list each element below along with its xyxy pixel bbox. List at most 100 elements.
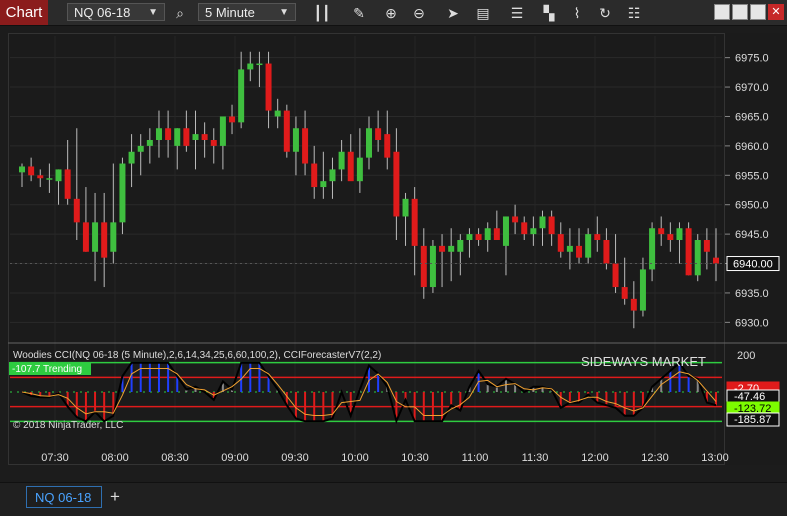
price-tick-label: 6930.0 [735,317,769,329]
candle-up [448,245,455,252]
candle-up [502,216,509,246]
price-tick-label: 6935.0 [735,288,769,300]
chart-scrollbar[interactable] [8,467,780,481]
candle-up [274,110,281,117]
trend-label: -107.7 Trending [12,364,82,375]
candle-up [247,63,254,70]
candle-down [521,222,528,235]
candle-down [265,63,272,111]
price-tick-label: 6955.0 [735,170,769,182]
candle-up [530,228,537,235]
candle-up [19,166,25,173]
candle-down [201,134,208,140]
candle-down [229,116,236,123]
candle-down [576,245,583,258]
candle-down [311,163,318,188]
candle-up [356,157,363,182]
candle-up [484,228,491,240]
candle-up [320,181,327,188]
candle-down [283,110,290,152]
candle-down [420,245,427,288]
candle-up [238,69,245,123]
bottom-bar: NQ 06-18 + [0,482,787,516]
candle-down [612,263,619,288]
candle-down [347,151,354,182]
candle-up [46,178,53,180]
candle-up [119,163,126,223]
candle-down [411,198,418,246]
candle-down [73,198,80,223]
candle-down [375,128,382,140]
candle-down [101,222,108,258]
candle-up [219,116,226,146]
candle-up [146,140,153,146]
candle-up [694,240,701,276]
candle-down [630,298,637,311]
candle-up [110,222,117,252]
candle-down [28,166,35,176]
candle-down [384,134,391,158]
candle-down [603,240,610,264]
candle-down [493,228,500,240]
candle-down [302,128,309,164]
candle-up [137,145,144,152]
candle-down [667,234,674,240]
candle-up [676,228,683,240]
time-tick-label: 09:00 [221,452,249,464]
instrument-tab[interactable]: NQ 06-18 [26,486,102,508]
time-tick-label: 08:30 [161,452,189,464]
candle-down [165,128,172,140]
price-tick-label: 6970.0 [735,82,769,94]
candle-up [174,128,181,146]
price-tick-label: 6965.0 [735,111,769,123]
candle-up [539,216,546,229]
candle-down [594,234,601,240]
candle-down [621,287,628,299]
candle-up [585,234,592,258]
cci-value-label: -47.46 [734,391,765,403]
add-tab-button[interactable]: + [106,486,124,508]
time-tick-label: 09:30 [281,452,309,464]
candle-down [210,140,217,146]
candle-up [366,128,372,158]
candle-down [64,169,71,199]
price-tick-label: 6950.0 [735,200,769,212]
candle-up [457,240,464,252]
candle-down [703,240,710,252]
chart-canvas[interactable]: 6975.0 6970.0 6965.0 6960.0 6955.0 6950.0 6945… [0,0,787,482]
candle-up [192,134,199,140]
candle-up [649,228,656,270]
cci-value-label: -185.87 [734,414,771,426]
candle-down [37,175,44,179]
sideways-label: SIDEWAYS MARKET [581,354,706,369]
cci-axis-label: 200 [737,350,755,362]
candle-down [393,151,400,217]
candle-up [292,128,299,152]
time-tick-label: 08:00 [101,452,129,464]
candle-up [155,128,162,140]
time-tick-label: 12:00 [581,452,609,464]
current-price-label: 6940.00 [733,259,773,271]
indicator-title: Woodies CCI(NQ 06-18 (5 Minute),2,6,14,3… [13,350,381,361]
price-tick-label: 6960.0 [735,141,769,153]
time-tick-label: 07:30 [41,452,69,464]
candle-down [439,245,446,252]
candle-up [55,169,62,182]
time-tick-label: 11:00 [462,452,489,464]
candle-up [329,169,336,182]
candle-up [338,151,345,170]
candle-up [639,269,646,311]
candle-down [475,234,482,240]
copyright-label: © 2018 NinjaTrader, LLC [13,420,123,431]
candle-down [685,228,692,276]
candle-up [256,63,263,66]
time-tick-label: 11:30 [522,452,549,464]
time-tick-label: 10:00 [341,452,369,464]
candle-up [128,151,135,164]
time-tick-label: 10:30 [401,452,429,464]
candle-up [92,222,99,252]
candle-up [466,234,473,240]
candle-down [548,216,555,235]
time-tick-label: 12:30 [641,452,669,464]
candle-down [183,128,190,146]
